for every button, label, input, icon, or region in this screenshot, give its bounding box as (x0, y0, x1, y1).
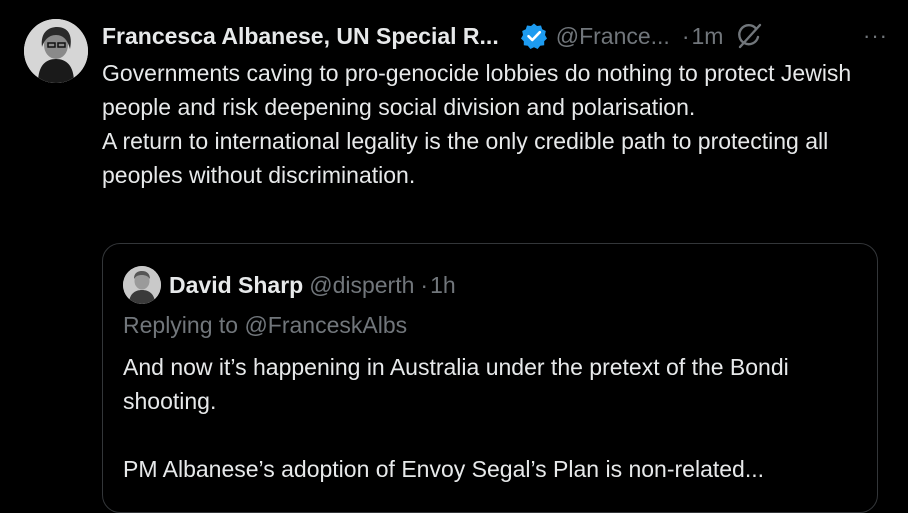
post-header: Francesca Albanese, UN Special R... @Fra… (102, 19, 888, 53)
replying-to-label: Replying to @FranceskAlbs (123, 312, 408, 338)
quoted-author-avatar[interactable] (123, 266, 161, 304)
more-options-icon[interactable]: ··· (863, 23, 888, 49)
quoted-post[interactable]: David Sharp @disperth · 1h Replying to @… (102, 243, 878, 513)
author-handle[interactable]: @France... (556, 23, 670, 50)
post-text-line: A return to international legality is th… (102, 128, 829, 188)
quoted-author-name[interactable]: David Sharp (169, 272, 303, 299)
quoted-text-paragraph: PM Albanese’s adoption of Envoy Segal’s … (123, 456, 765, 482)
dot-separator: · (420, 271, 429, 298)
quoted-text-paragraph: And now it’s happening in Australia unde… (123, 354, 789, 414)
quoted-post-timestamp[interactable]: 1h (430, 272, 456, 299)
quoted-post-header: David Sharp @disperth · 1h (123, 266, 456, 304)
quoted-author-handle[interactable]: @disperth (309, 272, 414, 299)
quoted-post-text: And now it’s happening in Australia unde… (123, 350, 863, 486)
verified-badge-icon (520, 22, 548, 50)
author-avatar[interactable] (24, 19, 88, 83)
post-text-line: Governments caving to pro-genocide lobbi… (102, 60, 852, 120)
grok-icon[interactable] (735, 22, 763, 50)
post-text: Governments caving to pro-genocide lobbi… (102, 56, 862, 192)
dot-separator: · (681, 22, 690, 49)
post-timestamp[interactable]: 1m (692, 23, 724, 50)
author-name[interactable]: Francesca Albanese, UN Special R... (102, 23, 499, 50)
